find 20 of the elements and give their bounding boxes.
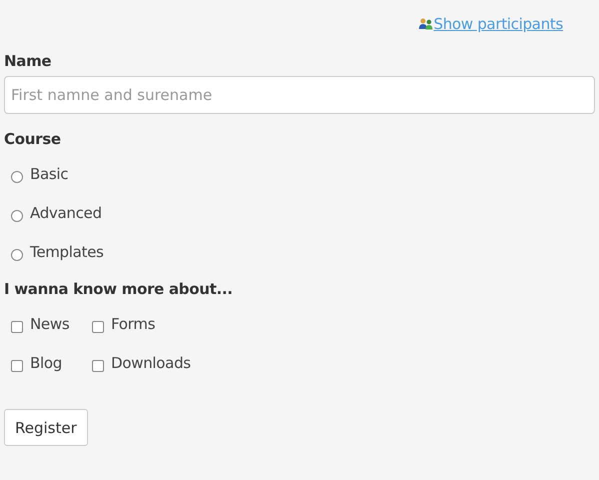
- people-icon: [418, 18, 433, 30]
- checkbox[interactable]: [92, 320, 104, 332]
- radio-label: Advanced: [30, 204, 102, 222]
- checkbox[interactable]: [92, 360, 104, 372]
- register-button[interactable]: Register: [4, 409, 88, 446]
- radio-button[interactable]: [11, 210, 23, 222]
- checkbox-label: News: [30, 315, 70, 333]
- checkbox-label: Blog: [30, 354, 62, 372]
- radio-button[interactable]: [11, 170, 23, 182]
- name-label: Name: [4, 52, 52, 70]
- interests-label: I wanna know more about...: [4, 280, 234, 298]
- checkbox-label: Forms: [111, 315, 156, 333]
- radio-button[interactable]: [11, 248, 23, 260]
- course-label: Course: [4, 130, 62, 148]
- radio-label: Templates: [30, 243, 104, 261]
- checkbox[interactable]: [11, 320, 23, 332]
- name-input-field[interactable]: First namne and surename: [4, 76, 595, 114]
- checkbox-label: Downloads: [111, 354, 191, 372]
- radio-label: Basic: [30, 165, 68, 183]
- checkbox[interactable]: [11, 360, 23, 372]
